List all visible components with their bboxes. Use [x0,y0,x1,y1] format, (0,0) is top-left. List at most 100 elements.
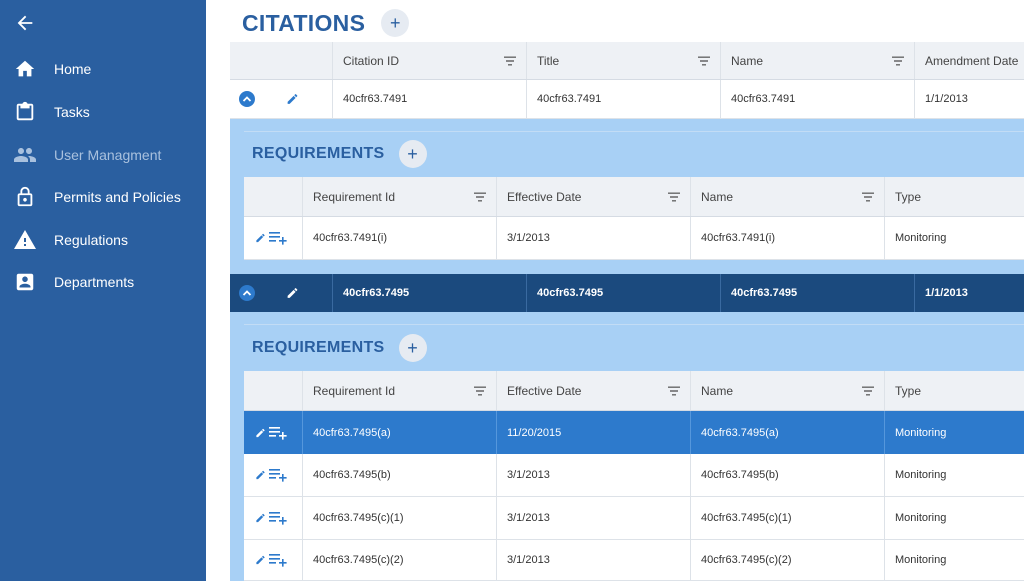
cell-requirement-id: 40cfr63.7495(b) [303,454,497,496]
requirements-header-row: Requirement Id Effective Date Name Type [244,177,1024,217]
actions-column-header [244,177,303,216]
add-requirement-button[interactable]: + [398,140,427,168]
back-arrow-icon[interactable] [14,12,36,34]
cell-name: 40cfr63.7491(i) [691,217,885,259]
cell-name: 40cfr63.7495(a) [691,411,885,454]
cell-type: Monitoring [895,554,947,566]
sidebar-item-permits[interactable]: Permits and Policies [0,180,206,214]
sidebar-item-label: Home [54,61,92,77]
column-header-type[interactable]: Type [885,371,1024,410]
row-actions [244,411,303,454]
cell-requirement-id: 40cfr63.7495(c)(1) [303,497,497,539]
cell-type: Monitoring [895,232,947,244]
sidebar-item-label: Permits and Policies [54,189,181,205]
table-row[interactable]: 40cfr63.7495(b) 3/1/2013 40cfr63.7495(b)… [244,454,1024,497]
filter-icon[interactable] [892,56,904,65]
playlist-add-icon[interactable] [269,426,287,440]
table-row[interactable]: 40cfr63.7495(c)(2) 3/1/2013 40cfr63.7495… [244,540,1024,581]
column-header-type[interactable]: Type [885,177,1024,216]
cell-type: Monitoring [895,512,947,524]
home-icon [13,57,37,81]
cell-name: 40cfr63.7495 [721,274,915,312]
collapse-icon[interactable] [239,91,255,107]
column-header-name[interactable]: Name [721,42,915,79]
divider [244,131,1024,132]
cell-effective-date: 3/1/2013 [497,540,691,580]
filter-icon[interactable] [504,56,516,65]
column-header-amendment-date[interactable]: Amendment Date [915,42,1024,79]
sidebar-item-label: Tasks [54,104,90,120]
filter-icon[interactable] [698,56,710,65]
column-header-title[interactable]: Title [527,42,721,79]
actions-column-header [244,371,303,410]
requirements-header-row: Requirement Id Effective Date Name Type [244,371,1024,411]
add-citation-button[interactable]: + [381,9,410,37]
cell-amendment-date: 1/1/2013 [925,93,968,105]
playlist-add-icon[interactable] [269,231,287,245]
row-actions [244,540,303,580]
actions-column-header [230,42,333,79]
table-row-selected[interactable]: 40cfr63.7495 40cfr63.7495 40cfr63.7495 1… [230,274,1024,312]
clipboard-icon [13,100,37,124]
table-row[interactable]: 40cfr63.7491 40cfr63.7491 40cfr63.7491 1… [230,80,1024,119]
table-row[interactable]: 40cfr63.7495(c)(1) 3/1/2013 40cfr63.7495… [244,497,1024,540]
edit-icon[interactable] [255,513,266,524]
edit-icon[interactable] [255,427,266,438]
column-header-label: Requirement Id [313,383,396,398]
filter-icon[interactable] [474,192,486,201]
column-header-label: Requirement Id [313,189,396,204]
lock-icon [13,185,37,209]
filter-icon[interactable] [668,386,680,395]
citations-grid: Citation ID Title Name Amendment Date 40… [230,42,1024,581]
column-header-requirement-id[interactable]: Requirement Id [303,177,497,216]
sidebar-item-label: Departments [54,274,135,290]
sidebar-item-tasks[interactable]: Tasks [0,95,206,129]
cell-citation-id: 40cfr63.7491 [333,80,527,118]
filter-icon[interactable] [474,386,486,395]
column-header-name[interactable]: Name [691,371,885,410]
edit-icon[interactable] [255,233,266,244]
column-header-label: Effective Date [507,383,582,398]
row-actions [230,274,333,312]
sidebar: Home Tasks User Managment Permits and Po… [0,0,206,581]
playlist-add-icon[interactable] [269,511,287,525]
requirements-title: REQUIREMENTS [252,339,385,356]
sidebar-item-departments[interactable]: Departments [0,265,206,299]
cell-effective-date: 3/1/2013 [497,217,691,259]
column-header-effective-date[interactable]: Effective Date [497,371,691,410]
cell-type: Monitoring [895,426,947,439]
cell-requirement-id: 40cfr63.7495(c)(2) [303,540,497,580]
filter-icon[interactable] [668,192,680,201]
column-header-label: Effective Date [507,189,582,204]
playlist-add-icon[interactable] [269,468,287,482]
requirements-header: REQUIREMENTS + [252,333,427,363]
cell-name: 40cfr63.7495(b) [691,454,885,496]
cell-effective-date: 3/1/2013 [497,497,691,539]
edit-icon[interactable] [255,470,266,481]
column-header-requirement-id[interactable]: Requirement Id [303,371,497,410]
collapse-icon[interactable] [239,285,255,301]
edit-icon[interactable] [255,555,266,566]
requirements-title: REQUIREMENTS [252,145,385,162]
filter-icon[interactable] [862,386,874,395]
sidebar-item-home[interactable]: Home [0,52,206,86]
column-header-label: Amendment Date [925,53,1019,68]
table-row[interactable]: 40cfr63.7491(i) 3/1/2013 40cfr63.7491(i)… [244,217,1024,260]
cell-name: 40cfr63.7491 [721,80,915,118]
column-header-effective-date[interactable]: Effective Date [497,177,691,216]
filter-icon[interactable] [862,192,874,201]
column-header-citation-id[interactable]: Citation ID [333,42,527,79]
sidebar-item-user-management[interactable]: User Managment [0,138,206,172]
column-header-label: Name [731,53,764,68]
column-header-name[interactable]: Name [691,177,885,216]
row-actions [244,454,303,496]
sidebar-item-label: Regulations [54,232,128,248]
playlist-add-icon[interactable] [269,553,287,567]
citations-header: CITATIONS + [242,8,410,38]
add-requirement-button[interactable]: + [398,334,427,362]
main-content: CITATIONS + Citation ID Title Name Amend… [206,0,1024,581]
table-row-selected[interactable]: 40cfr63.7495(a) 11/20/2015 40cfr63.7495(… [244,411,1024,454]
sidebar-item-regulations[interactable]: Regulations [0,223,206,257]
edit-icon[interactable] [286,93,299,106]
edit-icon[interactable] [286,287,299,300]
